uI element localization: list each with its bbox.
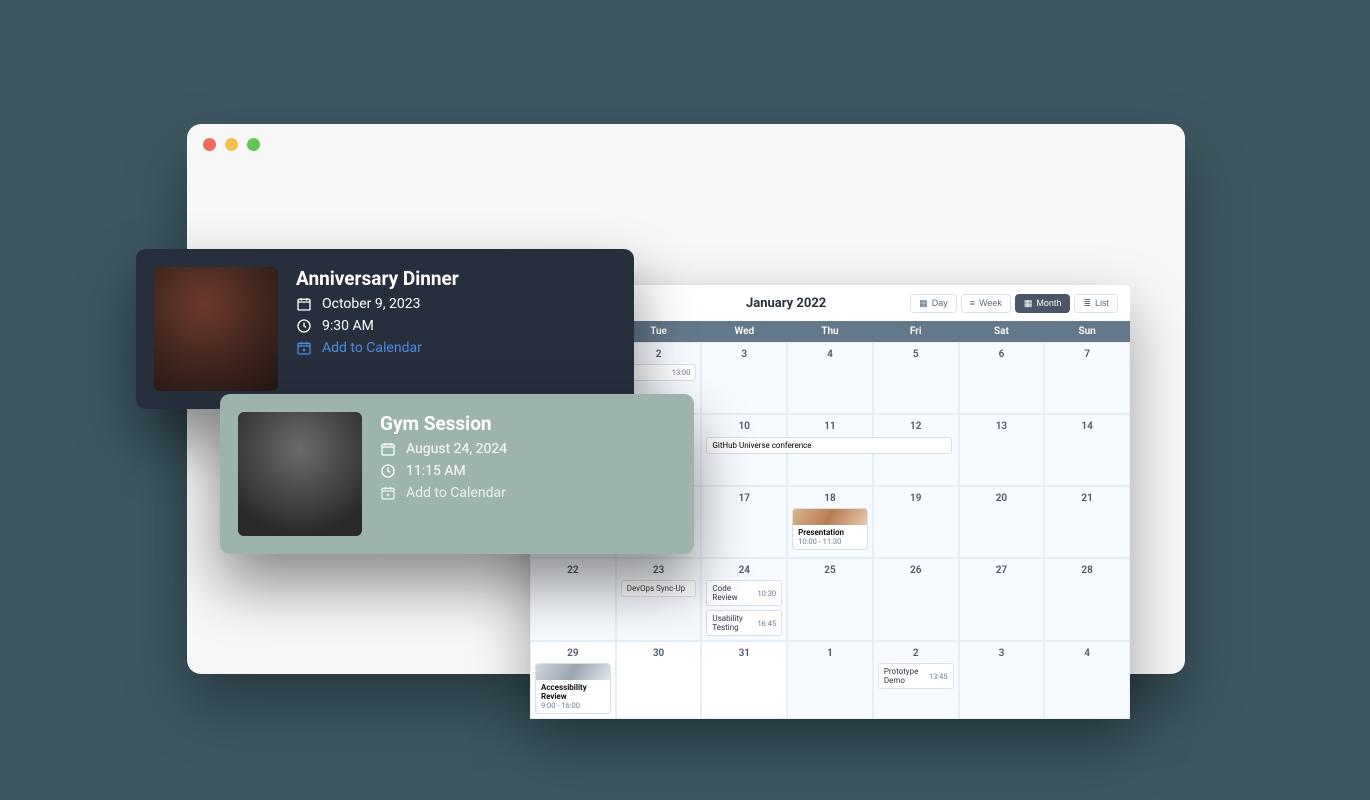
day-cell[interactable]: 1 bbox=[787, 641, 873, 719]
event-image bbox=[154, 267, 278, 391]
clock-icon bbox=[296, 318, 312, 334]
event-time: 9:30 AM bbox=[322, 318, 374, 334]
window-minimize-button[interactable] bbox=[225, 138, 238, 151]
day-cell[interactable]: 14 bbox=[1044, 414, 1130, 486]
window-close-button[interactable] bbox=[203, 138, 216, 151]
day-cell[interactable]: 29 Accessibility Review 9:00 - 16:00 bbox=[530, 641, 616, 719]
day-cell[interactable]: 28 bbox=[1044, 558, 1130, 641]
event-github-conference[interactable]: GitHub Universe conference bbox=[706, 437, 952, 454]
add-to-calendar-label: Add to Calendar bbox=[406, 485, 506, 501]
event-prototype[interactable]: Prototype Demo 13:45 bbox=[878, 663, 954, 689]
day-cell[interactable]: 4 bbox=[787, 342, 873, 414]
day-cell[interactable]: 3 bbox=[959, 641, 1045, 719]
event-usability[interactable]: Usability Testing 16:45 bbox=[706, 610, 782, 636]
day-cell[interactable]: 13 bbox=[959, 414, 1045, 486]
list-icon: ≣ bbox=[1083, 298, 1091, 309]
view-switcher: ▦Day ≡Week ▦Month ≣List bbox=[910, 294, 1118, 313]
day-cell[interactable]: 24 Code Review 10:30 Usability Testing 1… bbox=[701, 558, 787, 641]
calendar-icon bbox=[380, 441, 396, 457]
grid-icon: ▦ bbox=[919, 298, 928, 309]
day-cell[interactable]: 2 Prototype Demo 13:45 bbox=[873, 641, 959, 719]
day-cell[interactable]: 20 bbox=[959, 486, 1045, 558]
event-title: GitHub Universe conference bbox=[712, 441, 811, 450]
event-time: 11:15 AM bbox=[406, 463, 466, 479]
view-week-button[interactable]: ≡Week bbox=[961, 294, 1011, 313]
day-cell[interactable]: 6 bbox=[959, 342, 1045, 414]
event-devops[interactable]: DevOps Sync-Up bbox=[621, 580, 697, 597]
event-date: August 24, 2024 bbox=[406, 441, 507, 457]
event-card-gym: Gym Session August 24, 2024 11:15 AM Add… bbox=[220, 394, 694, 554]
calendar-icon: ▦ bbox=[1024, 298, 1033, 309]
event-title: Code Review bbox=[712, 584, 753, 602]
view-day-button[interactable]: ▦Day bbox=[910, 294, 957, 313]
day-cell[interactable]: 4 bbox=[1044, 641, 1130, 719]
day-cell[interactable]: 26 bbox=[873, 558, 959, 641]
event-time: 16:45 bbox=[757, 619, 776, 628]
event-time: 13:00 bbox=[672, 368, 691, 377]
dow-sat: Sat bbox=[959, 321, 1045, 342]
event-time: 10:00 - 11:30 bbox=[798, 537, 862, 546]
event-thumbnail bbox=[536, 664, 610, 680]
window-titlebar bbox=[187, 124, 1185, 164]
event-presentation[interactable]: Presentation 10:00 - 11:30 bbox=[792, 508, 868, 550]
calendar-add-icon bbox=[380, 485, 396, 501]
event-title: Presentation bbox=[798, 528, 862, 537]
clock-icon bbox=[380, 463, 396, 479]
event-time-row: 9:30 AM bbox=[296, 318, 459, 334]
dow-wed: Wed bbox=[701, 321, 787, 342]
day-cell[interactable]: 10 GitHub Universe conference bbox=[701, 414, 787, 486]
calendar-title: January 2022 bbox=[662, 296, 910, 311]
event-time-row: 11:15 AM bbox=[380, 463, 507, 479]
event-title: Accessibility Review bbox=[541, 683, 605, 701]
dow-sun: Sun bbox=[1044, 321, 1130, 342]
event-time: 9:00 - 16:00 bbox=[541, 701, 605, 710]
event-thumbnail bbox=[793, 509, 867, 525]
day-cell[interactable]: 19 bbox=[873, 486, 959, 558]
day-cell[interactable]: 31 bbox=[701, 641, 787, 719]
add-to-calendar-label: Add to Calendar bbox=[322, 340, 422, 356]
event-title: Gym Session bbox=[380, 412, 507, 435]
calendar-icon bbox=[296, 296, 312, 312]
day-cell[interactable]: 17 bbox=[701, 486, 787, 558]
view-list-button[interactable]: ≣List bbox=[1074, 294, 1118, 313]
event-image bbox=[238, 412, 362, 536]
dow-fri: Fri bbox=[873, 321, 959, 342]
view-month-button[interactable]: ▦Month bbox=[1015, 294, 1071, 313]
event-date-row: August 24, 2024 bbox=[380, 441, 507, 457]
event-date-row: October 9, 2023 bbox=[296, 296, 459, 312]
window-maximize-button[interactable] bbox=[247, 138, 260, 151]
event-code-review[interactable]: Code Review 10:30 bbox=[706, 580, 782, 606]
event-title: Prototype Demo bbox=[884, 667, 925, 685]
day-cell[interactable]: 25 bbox=[787, 558, 873, 641]
day-cell[interactable]: 18 Presentation 10:00 - 11:30 bbox=[787, 486, 873, 558]
event-time: 13:45 bbox=[929, 672, 948, 681]
day-cell[interactable]: 5 bbox=[873, 342, 959, 414]
event-accessibility[interactable]: Accessibility Review 9:00 - 16:00 bbox=[535, 663, 611, 714]
day-cell[interactable]: 23 DevOps Sync-Up bbox=[616, 558, 702, 641]
day-cell[interactable]: 22 bbox=[530, 558, 616, 641]
day-cell[interactable]: 7 bbox=[1044, 342, 1130, 414]
day-cell[interactable]: 21 bbox=[1044, 486, 1130, 558]
add-to-calendar-button[interactable]: Add to Calendar bbox=[380, 485, 507, 501]
day-cell[interactable]: 30 bbox=[616, 641, 702, 719]
add-to-calendar-button[interactable]: Add to Calendar bbox=[296, 340, 459, 356]
day-cell[interactable]: 3 bbox=[701, 342, 787, 414]
event-title: Anniversary Dinner bbox=[296, 267, 459, 290]
event-date: October 9, 2023 bbox=[322, 296, 420, 312]
event-card-dinner: Anniversary Dinner October 9, 2023 9:30 … bbox=[136, 249, 634, 409]
day-cell[interactable]: 27 bbox=[959, 558, 1045, 641]
event-time: 10:30 bbox=[757, 589, 776, 598]
list-icon: ≡ bbox=[970, 298, 975, 308]
dow-thu: Thu bbox=[787, 321, 873, 342]
event-title: DevOps Sync-Up bbox=[627, 584, 685, 593]
calendar-add-icon bbox=[296, 340, 312, 356]
event-title: Usability Testing bbox=[712, 614, 753, 632]
